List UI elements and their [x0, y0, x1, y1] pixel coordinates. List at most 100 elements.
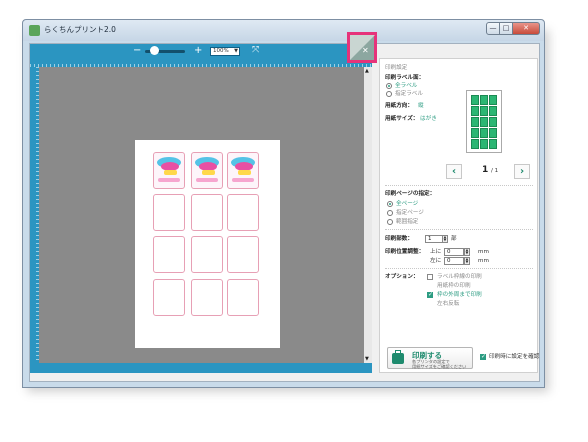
- offset-up-label: 上に: [430, 249, 442, 255]
- confirm-settings-label[interactable]: 印刷時に設定を確認: [489, 354, 539, 360]
- thumbnail-cell: [480, 106, 488, 116]
- print-button[interactable]: 印刷する 各プリンタの設定で 用紙サイズをご確認ください: [387, 347, 473, 369]
- title-bar[interactable]: らくちんプリント2.0 — □ ✕: [23, 20, 544, 41]
- options-label: オプション：: [385, 274, 419, 280]
- label-cell[interactable]: [227, 236, 259, 273]
- vertical-scrollbar[interactable]: ▲ ▼: [364, 67, 372, 363]
- zoom-out-button[interactable]: −: [133, 45, 141, 56]
- zoom-slider-handle[interactable]: [150, 46, 159, 55]
- label-cell[interactable]: [227, 194, 259, 231]
- divider: [385, 229, 533, 230]
- checkbox-fit-edge[interactable]: [427, 291, 433, 298]
- option-fit-edge[interactable]: 枠の外周まで印刷: [437, 292, 482, 298]
- label-cell[interactable]: [153, 194, 185, 231]
- option-all-pages[interactable]: 全ページ: [396, 201, 418, 207]
- offset-up-unit: mm: [478, 249, 489, 255]
- prev-page-button[interactable]: ‹: [446, 164, 462, 179]
- page-total: / 1: [491, 168, 499, 174]
- printer-icon: [392, 350, 404, 364]
- label-artwork: [164, 170, 177, 175]
- thumbnail-cell: [480, 95, 488, 105]
- label-cell[interactable]: [153, 152, 185, 189]
- offset-left-unit: mm: [478, 258, 489, 264]
- option-page-range[interactable]: 範囲指定: [396, 219, 418, 225]
- checkbox-label-frame[interactable]: [427, 274, 433, 280]
- print-settings-panel: 印刷設定 印刷ラベル面： 全ラベル 指定ラベル 用紙方向： 縦 用紙サイズ： は…: [379, 58, 539, 373]
- thumbnail-cell: [471, 139, 479, 149]
- page-current: 1: [482, 165, 489, 175]
- label-artwork: [158, 178, 180, 182]
- canvas-footer-bar: [30, 363, 372, 373]
- option-specified-labels[interactable]: 指定ラベル: [395, 91, 423, 97]
- option-mirror[interactable]: 左右反転: [437, 301, 459, 307]
- label-cell[interactable]: [191, 279, 223, 316]
- paper-preview: [135, 140, 280, 348]
- scroll-up-icon[interactable]: ▲: [365, 68, 369, 74]
- label-cell[interactable]: [227, 152, 259, 189]
- offset-label: 印刷位置調整：: [385, 249, 425, 255]
- thumbnail-cell: [489, 139, 497, 149]
- label-cell[interactable]: [191, 236, 223, 273]
- label-artwork: [202, 170, 215, 175]
- zoom-select[interactable]: 100% ▼: [210, 47, 240, 56]
- horizontal-ruler: [30, 58, 372, 67]
- option-label-frame[interactable]: ラベル枠線の印刷: [437, 274, 482, 280]
- label-cell[interactable]: [153, 236, 185, 273]
- radio-specified-page[interactable]: [387, 210, 393, 216]
- copies-input[interactable]: 1: [425, 235, 443, 243]
- radio-all-labels[interactable]: [386, 83, 392, 89]
- minimize-button[interactable]: —: [486, 22, 500, 35]
- thumbnail-cell: [480, 128, 488, 138]
- section-title: 印刷設定: [385, 65, 408, 71]
- window-title: らくちんプリント2.0: [44, 25, 116, 34]
- checkbox-confirm-settings[interactable]: [480, 353, 486, 360]
- divider: [385, 268, 533, 269]
- next-page-button[interactable]: ›: [514, 164, 530, 179]
- offset-left-stepper[interactable]: ▲ ▼: [464, 257, 470, 265]
- paper-size-label: 用紙サイズ：: [385, 116, 419, 122]
- thumbnail-cell: [480, 117, 488, 127]
- scroll-down-icon[interactable]: ▼: [365, 356, 369, 362]
- copies-label: 印刷部数：: [385, 236, 413, 242]
- collapse-panel-button[interactable]: ✕: [347, 32, 377, 63]
- label-cell[interactable]: [191, 152, 223, 189]
- label-cell[interactable]: [191, 194, 223, 231]
- close-icon: ✕: [362, 46, 369, 55]
- offset-left-label: 左に: [430, 258, 442, 264]
- vertical-ruler: [30, 67, 39, 363]
- thumbnail-cell: [489, 106, 497, 116]
- label-artwork: [232, 178, 254, 182]
- label-cell[interactable]: [227, 279, 259, 316]
- client-area: − + 100% ▼ ⤧ ▲ ▼ 印刷設定 印刷ラベル面： 全ラベル 指定ラベル…: [29, 43, 540, 382]
- maximize-button[interactable]: □: [499, 22, 513, 35]
- option-paper-frame[interactable]: 用紙枠の印刷: [437, 283, 471, 289]
- thumbnail-cell: [471, 117, 479, 127]
- label-side-heading: 印刷ラベル面：: [385, 75, 425, 81]
- zoom-in-button[interactable]: +: [194, 45, 202, 56]
- label-cell[interactable]: [153, 279, 185, 316]
- paper-size-value: はがき: [420, 116, 437, 122]
- offset-left-input[interactable]: 0: [444, 257, 464, 265]
- radio-specified-labels[interactable]: [386, 91, 392, 97]
- close-button[interactable]: ✕: [512, 22, 540, 35]
- copies-unit: 部: [451, 236, 457, 242]
- thumbnail-cell: [471, 95, 479, 105]
- thumbnail-cell: [471, 106, 479, 116]
- thumbnail-cell: [489, 128, 497, 138]
- orientation-value: 縦: [418, 103, 424, 109]
- fit-screen-icon[interactable]: ⤧: [252, 45, 259, 56]
- option-specified-page[interactable]: 指定ページ: [396, 210, 424, 216]
- copies-stepper[interactable]: ▲ ▼: [442, 235, 448, 243]
- option-all-labels[interactable]: 全ラベル: [395, 83, 417, 89]
- thumbnail-cell: [471, 128, 479, 138]
- radio-page-range[interactable]: [387, 219, 393, 225]
- layout-thumbnail: [466, 90, 502, 153]
- orientation-label: 用紙方向：: [385, 103, 413, 109]
- thumbnail-cell: [480, 139, 488, 149]
- app-icon: [29, 25, 40, 36]
- label-artwork: [238, 170, 251, 175]
- offset-up-input[interactable]: 0: [444, 248, 464, 256]
- zoom-value: 100%: [213, 48, 229, 54]
- radio-all-pages[interactable]: [387, 201, 393, 207]
- offset-up-stepper[interactable]: ▲ ▼: [464, 248, 470, 256]
